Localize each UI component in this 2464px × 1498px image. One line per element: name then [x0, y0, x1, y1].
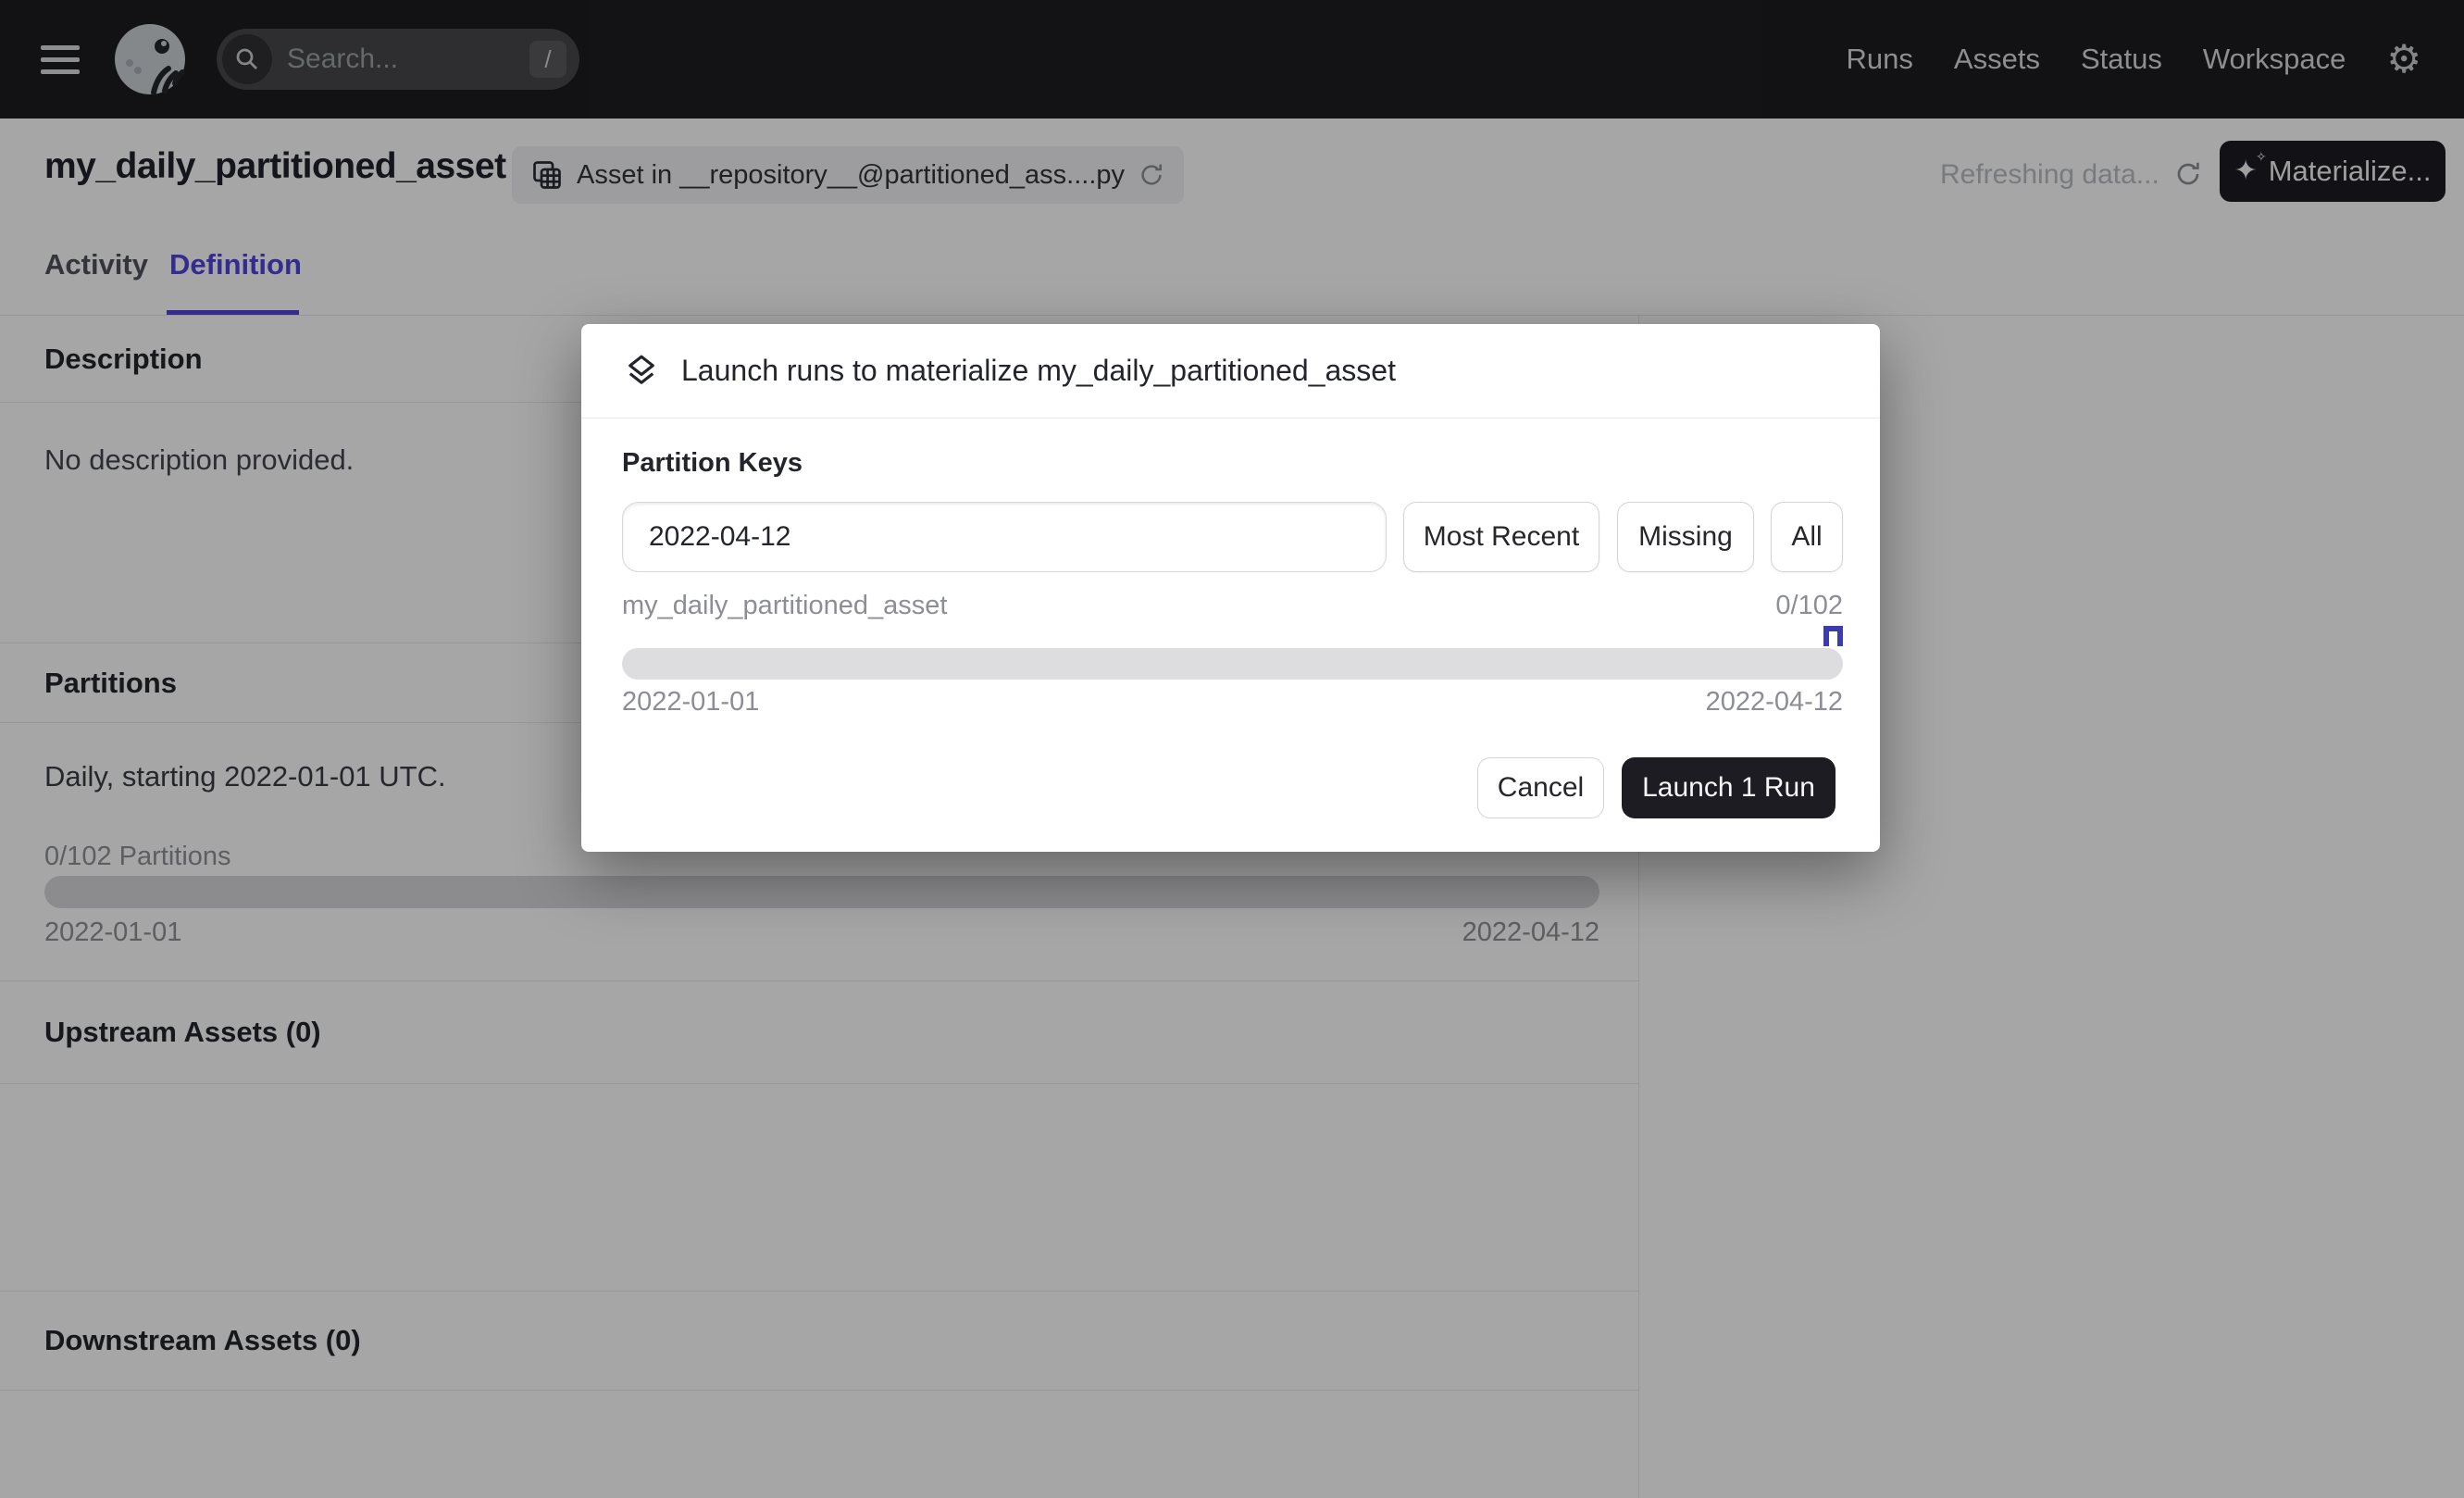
launch-run-button[interactable]: Launch 1 Run [1622, 757, 1836, 818]
modal-header: Launch runs to materialize my_daily_part… [581, 324, 1880, 418]
modal-partition-count: 0/102 [1775, 591, 1843, 621]
launch-runs-modal: Launch runs to materialize my_daily_part… [581, 324, 1880, 852]
modal-partition-bar[interactable] [622, 648, 1843, 680]
modal-range-start: 2022-01-01 [622, 687, 759, 718]
asset-layers-icon [622, 352, 661, 391]
all-button[interactable]: All [1771, 502, 1843, 572]
partition-keys-label: Partition Keys [622, 448, 803, 479]
partition-keys-input[interactable] [622, 502, 1387, 572]
selected-partition-marker [1823, 626, 1843, 646]
missing-button[interactable]: Missing [1617, 502, 1754, 572]
modal-range-end: 2022-04-12 [1706, 687, 1843, 718]
app-screen: / Runs Assets Status Workspace ⚙ my_dail… [0, 0, 2464, 1498]
modal-title: Launch runs to materialize my_daily_part… [681, 354, 1396, 388]
cancel-button[interactable]: Cancel [1477, 757, 1604, 818]
modal-asset-name: my_daily_partitioned_asset [622, 591, 947, 621]
most-recent-button[interactable]: Most Recent [1403, 502, 1599, 572]
